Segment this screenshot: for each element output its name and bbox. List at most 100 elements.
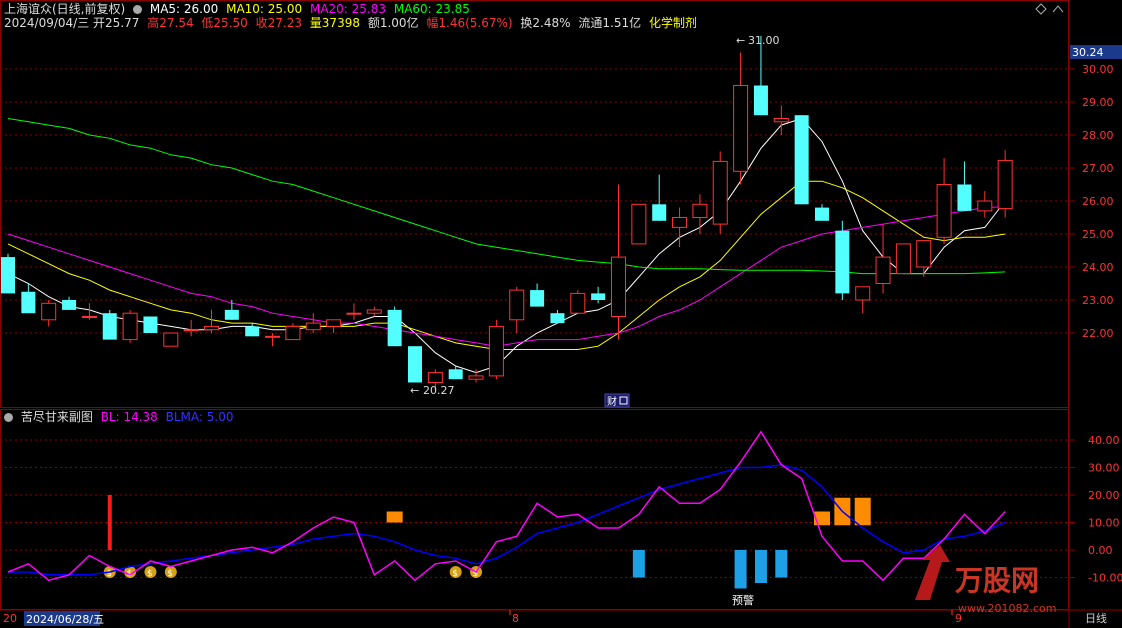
candle-body bbox=[21, 291, 36, 314]
candle-body bbox=[366, 309, 382, 314]
candle-body bbox=[570, 292, 586, 314]
money-bag-glyph: $ bbox=[167, 569, 173, 579]
y-tick-label: 29.00 bbox=[1082, 96, 1114, 109]
y-tick-label: 24.00 bbox=[1082, 261, 1114, 274]
ma5-label: MA5: 26.00 bbox=[149, 2, 219, 16]
cyan-signal-bar bbox=[632, 550, 645, 578]
bl-label: BL: 14.38 bbox=[100, 410, 158, 424]
quote-high: 高27.54 bbox=[147, 16, 194, 30]
quote-turnover: 换2.48% bbox=[520, 16, 571, 30]
finance-button[interactable]: 财 bbox=[604, 393, 630, 408]
chart-canvas[interactable]: $ $ $ $ $ $ 22.0023.0024.0025.0026.0027.0028.… bbox=[0, 0, 1122, 628]
quote-volume: 量37398 bbox=[309, 16, 360, 30]
ma60-label: MA60: 23.85 bbox=[393, 2, 470, 16]
sub-y-tick-label: 20.00 bbox=[1088, 489, 1120, 502]
y-tick-label: 23.00 bbox=[1082, 294, 1114, 307]
sub-title: 苦尽甘来副图 bbox=[20, 410, 93, 424]
quote-float: 流通1.51亿 bbox=[578, 16, 642, 30]
sub-y-tick-label: 40.00 bbox=[1088, 434, 1120, 447]
quote-close: 收27.23 bbox=[255, 16, 302, 30]
candle-body bbox=[936, 184, 952, 238]
sub-y-tick-label: -10.00 bbox=[1088, 572, 1122, 585]
y-tick-label: 30.00 bbox=[1082, 63, 1114, 76]
grid-lines bbox=[0, 68, 1068, 578]
candle-body bbox=[427, 372, 443, 384]
watermark-logo: 万股网 www.201082.com bbox=[915, 545, 1056, 615]
chart-window: $ $ $ $ $ $ 22.00 23.00 24.00 25.00 26.00 27.00 28.… bbox=[0, 0, 1122, 628]
candle-body bbox=[997, 159, 1013, 210]
max-price-annotation: ← 31.00 bbox=[736, 34, 780, 47]
sub-y-tick-label: 0.00 bbox=[1088, 544, 1113, 557]
ma-line-ma5 bbox=[7, 117, 1006, 374]
moving-average-lines bbox=[7, 117, 1006, 374]
collapse-icon[interactable] bbox=[1052, 5, 1064, 13]
money-bag-glyph: $ bbox=[147, 569, 153, 579]
candle-body bbox=[285, 325, 301, 341]
candle-body bbox=[408, 346, 422, 383]
y-tick-label: 22.00 bbox=[1082, 327, 1114, 340]
candlesticks bbox=[1, 36, 1013, 391]
candle-body bbox=[102, 313, 117, 340]
candle-body bbox=[326, 319, 342, 327]
candle-body bbox=[530, 290, 545, 307]
orange-block bbox=[854, 497, 871, 526]
main-header: 上海谊众(日线,前复权) MA5: 26.00 MA10: 25.00 MA20… bbox=[4, 2, 474, 16]
main-panel-frame bbox=[0, 0, 1069, 408]
sub-y-tick-label: 10.00 bbox=[1088, 517, 1120, 530]
sub-y-tick-label: 30.00 bbox=[1088, 462, 1120, 475]
window-controls[interactable] bbox=[1035, 3, 1064, 15]
quote-amount: 额1.00亿 bbox=[367, 16, 419, 30]
y-tick-label: 27.00 bbox=[1082, 162, 1114, 175]
candle-body bbox=[62, 300, 77, 310]
quote-line: 2024/09/04/三 开25.77 高27.54 低25.50 收27.23… bbox=[4, 16, 701, 30]
candle-body bbox=[509, 289, 525, 321]
bottom-left-cut: 20 bbox=[3, 612, 17, 625]
candle-body bbox=[224, 309, 239, 320]
date-box-label: 2024/06/28/五 bbox=[26, 613, 104, 626]
settings-icon[interactable] bbox=[133, 5, 143, 14]
arrow-icon bbox=[915, 545, 950, 600]
sub-header: 苦尽甘来副图 BL: 14.38 BLMA: 5.00 bbox=[4, 410, 238, 424]
candle-body bbox=[591, 293, 606, 300]
svg-text:www.201082.com: www.201082.com bbox=[958, 602, 1056, 615]
diamond-icon[interactable] bbox=[1035, 3, 1047, 15]
candle-body bbox=[855, 286, 871, 301]
ma-line-ma20 bbox=[7, 206, 1006, 347]
candle-body bbox=[488, 325, 504, 377]
candle-body bbox=[733, 85, 749, 172]
candle-body bbox=[81, 316, 97, 318]
candle-body bbox=[794, 115, 809, 205]
candle-body bbox=[1, 257, 15, 294]
candle-body bbox=[875, 256, 891, 285]
candle-body bbox=[183, 329, 199, 332]
candle-body bbox=[41, 302, 57, 321]
y-tick-label: 25.00 bbox=[1082, 228, 1114, 241]
max-label: 31.00 bbox=[748, 34, 780, 47]
candle-body bbox=[977, 200, 993, 212]
candle-body bbox=[773, 118, 789, 123]
ma10-label: MA10: 25.00 bbox=[226, 2, 303, 16]
candle-body bbox=[631, 203, 647, 245]
money-bag-glyph: $ bbox=[106, 569, 112, 579]
blma-label: BLMA: 5.00 bbox=[165, 410, 234, 424]
quote-sector[interactable]: 化学制剂 bbox=[649, 16, 697, 30]
candle-body bbox=[895, 243, 911, 275]
cyan-signal-bar bbox=[734, 550, 747, 589]
money-bag-glyph: $ bbox=[452, 569, 458, 579]
candle-body bbox=[122, 312, 138, 341]
cyan-signal-bar bbox=[754, 550, 767, 583]
bottom-bar: 20 2024/06/28/五 8 9 日线 bbox=[3, 610, 1107, 626]
candle-body bbox=[265, 335, 281, 338]
y-tick-label: 26.00 bbox=[1082, 195, 1114, 208]
candle-body bbox=[468, 375, 484, 380]
finance-button-label: 财 bbox=[607, 395, 617, 408]
current-price-box: 30.24 bbox=[1070, 45, 1122, 59]
candle-body bbox=[245, 326, 260, 337]
quote-low: 低25.50 bbox=[201, 16, 248, 30]
ma-line-ma60 bbox=[7, 118, 1006, 275]
candle-body bbox=[712, 160, 728, 225]
quote-open: 开25.77 bbox=[93, 16, 140, 30]
red-signal-bar bbox=[107, 495, 112, 550]
sub-settings-icon[interactable] bbox=[4, 413, 13, 422]
candle-body bbox=[448, 369, 463, 380]
